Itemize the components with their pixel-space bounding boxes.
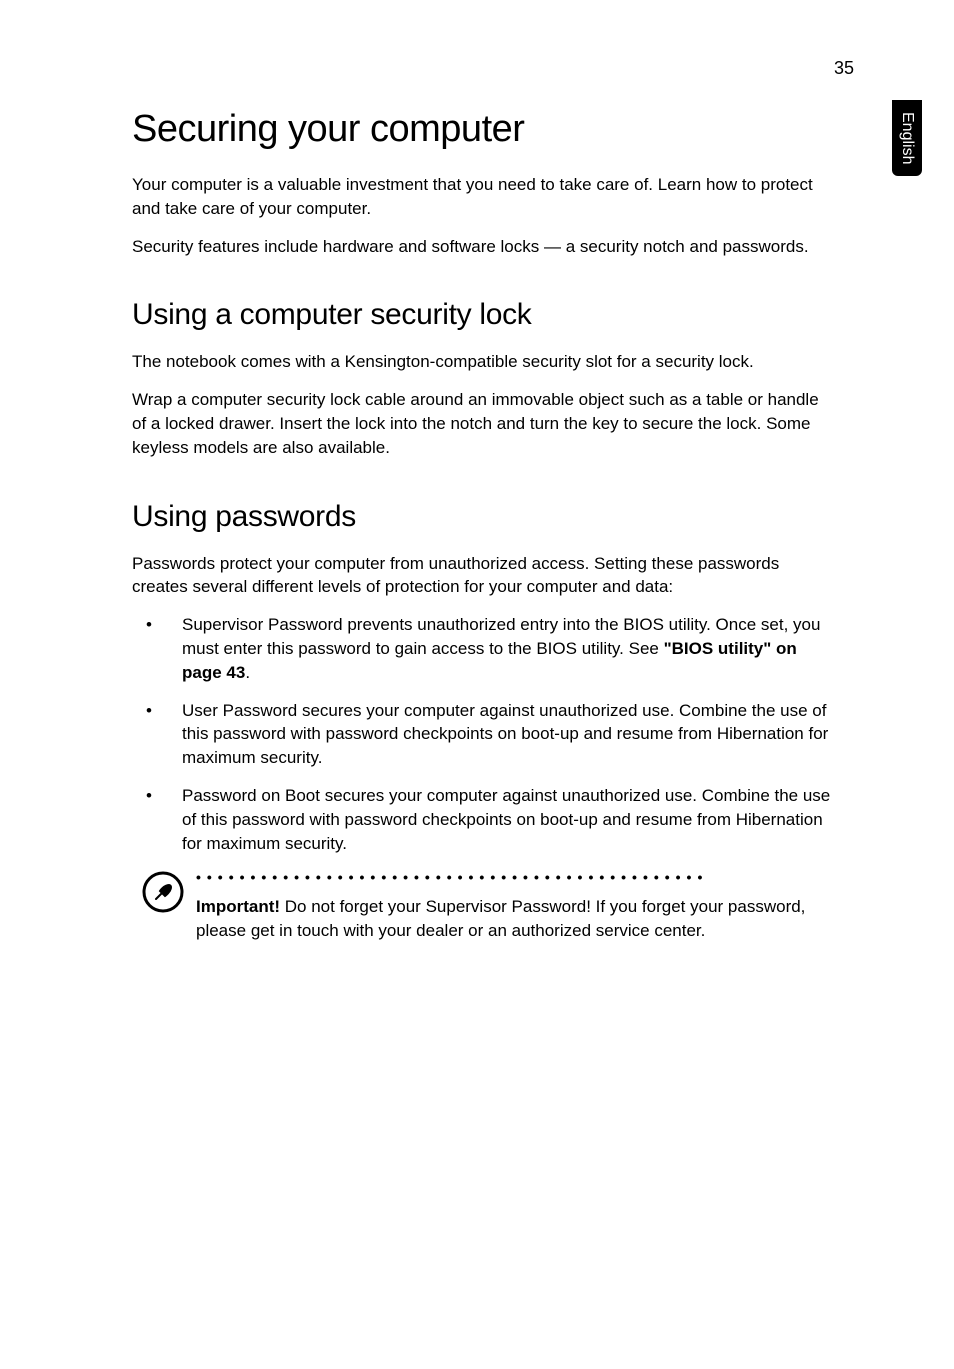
bullet-text: User Password secures your computer agai… bbox=[182, 701, 828, 768]
security-lock-para-2: Wrap a computer security lock cable arou… bbox=[132, 388, 832, 459]
important-label: Important! bbox=[196, 897, 280, 916]
bullet-text-after: . bbox=[245, 663, 250, 682]
page-title: Securing your computer bbox=[132, 108, 832, 151]
intro-paragraph-2: Security features include hardware and s… bbox=[132, 235, 832, 259]
important-note-block: ••••••••••••••••••••••••••••••••••••••••… bbox=[132, 869, 832, 943]
important-text: Do not forget your Supervisor Password! … bbox=[196, 897, 805, 940]
page-number: 35 bbox=[834, 58, 854, 79]
note-text: Important! Do not forget your Supervisor… bbox=[196, 895, 832, 943]
section-heading-passwords: Using passwords bbox=[132, 500, 832, 534]
intro-paragraph-1: Your computer is a valuable investment t… bbox=[132, 173, 832, 221]
pin-icon bbox=[142, 871, 184, 913]
main-content: Securing your computer Your computer is … bbox=[132, 108, 832, 943]
section-heading-security-lock: Using a computer security lock bbox=[132, 298, 832, 332]
passwords-bullet-list: Supervisor Password prevents unauthorize… bbox=[132, 613, 832, 855]
list-item: Password on Boot secures your computer a… bbox=[132, 784, 832, 855]
list-item: Supervisor Password prevents unauthorize… bbox=[132, 613, 832, 684]
bullet-text: Password on Boot secures your computer a… bbox=[182, 786, 830, 853]
list-item: User Password secures your computer agai… bbox=[132, 699, 832, 770]
passwords-intro: Passwords protect your computer from una… bbox=[132, 552, 832, 600]
language-tab: English bbox=[892, 100, 922, 176]
security-lock-para-1: The notebook comes with a Kensington-com… bbox=[132, 350, 832, 374]
dotted-divider: ••••••••••••••••••••••••••••••••••••••••… bbox=[196, 869, 832, 885]
note-content: ••••••••••••••••••••••••••••••••••••••••… bbox=[196, 869, 832, 943]
